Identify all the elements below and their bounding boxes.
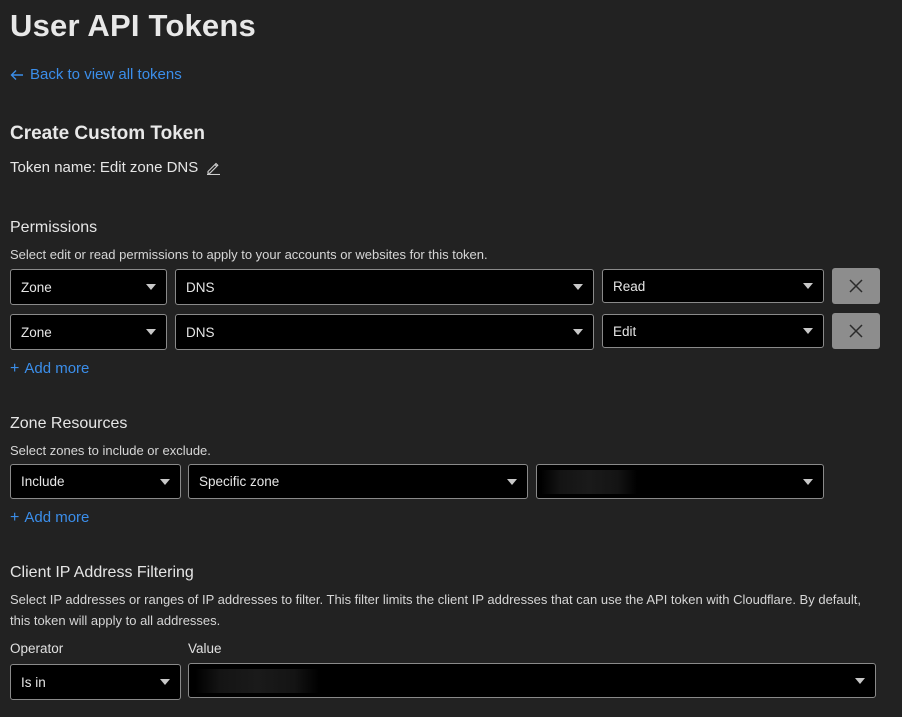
- select-value: DNS: [186, 324, 215, 340]
- redacted-zone-value: [541, 470, 637, 494]
- select-value: Specific zone: [199, 474, 280, 489]
- permission-resource-select-1[interactable]: DNS: [175, 269, 594, 305]
- plus-icon: +: [10, 359, 20, 377]
- chevron-down-icon: [160, 478, 170, 485]
- add-permission-button[interactable]: + Add more: [10, 360, 89, 377]
- select-value: Is in: [21, 674, 46, 690]
- permission-scope-select-2[interactable]: Zone: [10, 314, 167, 350]
- back-to-tokens-link[interactable]: Back to view all tokens: [10, 66, 182, 83]
- chevron-down-icon: [855, 677, 865, 684]
- chevron-down-icon: [160, 679, 170, 685]
- ip-value-select[interactable]: [188, 663, 876, 698]
- remove-permission-button-1[interactable]: [832, 268, 880, 304]
- ip-operator-select[interactable]: Is in: [10, 664, 181, 700]
- chevron-down-icon: [803, 478, 813, 485]
- select-value: Include: [21, 474, 65, 489]
- arrow-left-icon: [10, 69, 23, 80]
- permission-access-select-2[interactable]: Edit: [602, 314, 824, 348]
- token-name-value: Edit zone DNS: [99, 159, 199, 176]
- zone-select[interactable]: [536, 464, 824, 499]
- chevron-down-icon: [146, 329, 156, 335]
- chevron-down-icon: [573, 284, 583, 290]
- permission-resource-select-2[interactable]: DNS: [175, 314, 594, 350]
- plus-icon: +: [10, 508, 20, 526]
- operator-label: Operator: [10, 641, 64, 656]
- select-value: Zone: [21, 324, 52, 340]
- token-name-label: Token name:: [10, 159, 96, 176]
- chevron-down-icon: [507, 478, 517, 485]
- add-zone-resource-button[interactable]: + Add more: [10, 509, 89, 526]
- add-more-label: Add more: [24, 509, 90, 526]
- add-more-label: Add more: [24, 360, 90, 377]
- permission-scope-select-1[interactable]: Zone: [10, 269, 167, 305]
- zone-resources-description: Select zones to include or exclude.: [10, 443, 211, 458]
- permissions-description: Select edit or read permissions to apply…: [10, 247, 488, 262]
- select-value: DNS: [186, 279, 215, 295]
- redacted-ip-value: [195, 669, 319, 693]
- value-label: Value: [188, 641, 222, 656]
- permissions-title: Permissions: [10, 219, 98, 236]
- zone-include-select[interactable]: Include: [10, 464, 181, 499]
- ip-filtering-description: Select IP addresses or ranges of IP addr…: [10, 592, 861, 628]
- chevron-down-icon: [573, 329, 583, 335]
- page-title: User API Tokens: [10, 8, 256, 43]
- close-icon: [849, 279, 863, 293]
- token-name: Token name: Edit zone DNS: [10, 159, 221, 176]
- remove-permission-button-2[interactable]: [832, 313, 880, 349]
- zone-resources-title: Zone Resources: [10, 415, 128, 432]
- pencil-icon[interactable]: [206, 160, 221, 175]
- select-value: Read: [613, 278, 646, 294]
- ip-filtering-title: Client IP Address Filtering: [10, 564, 194, 581]
- chevron-down-icon: [146, 284, 156, 290]
- page: User API Tokens Back to view all tokens …: [0, 0, 902, 717]
- chevron-down-icon: [803, 328, 813, 334]
- chevron-down-icon: [803, 283, 813, 289]
- close-icon: [849, 324, 863, 338]
- select-value: Zone: [21, 279, 52, 295]
- permission-access-select-1[interactable]: Read: [602, 269, 824, 303]
- select-value: Edit: [613, 323, 637, 339]
- back-link-label: Back to view all tokens: [30, 66, 182, 83]
- zone-type-select[interactable]: Specific zone: [188, 464, 528, 499]
- section-title: Create Custom Token: [10, 123, 205, 144]
